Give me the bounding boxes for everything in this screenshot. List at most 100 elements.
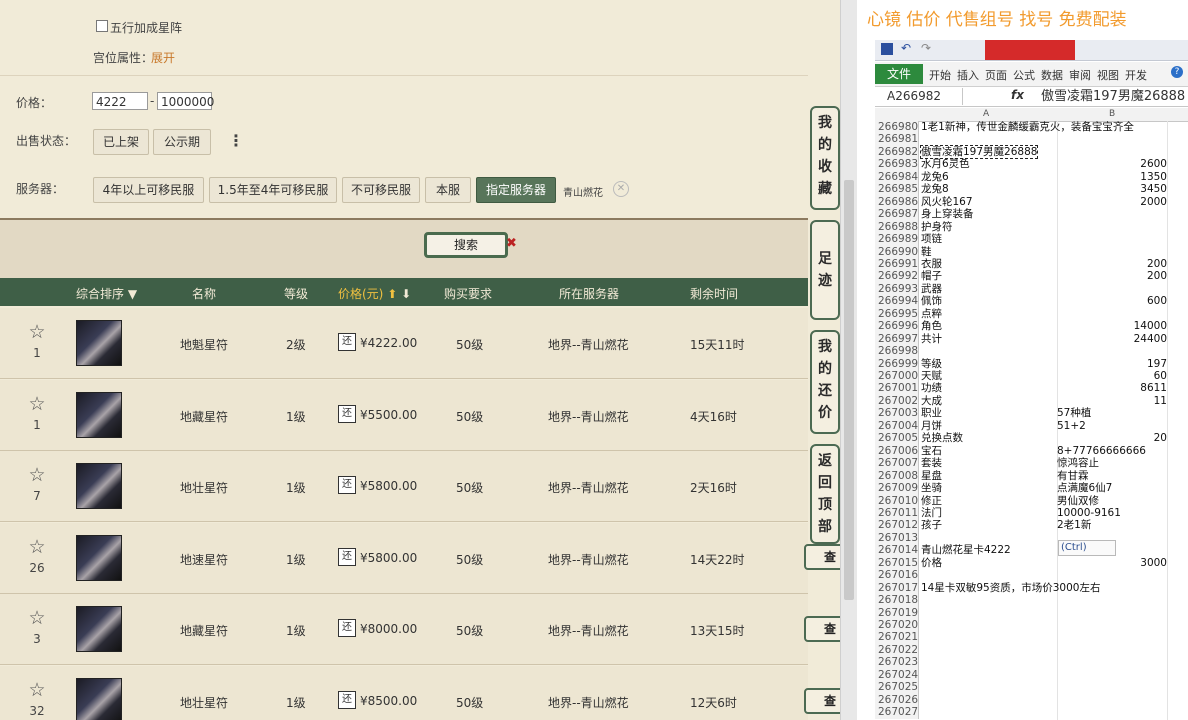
sheet-row[interactable]: 267021 — [875, 631, 1188, 644]
sheet-row[interactable]: 267026 — [875, 693, 1188, 707]
file-tab[interactable]: 文件 — [875, 64, 923, 84]
cell-a[interactable]: 武器 — [921, 283, 942, 296]
row-number[interactable]: 266988 — [875, 220, 919, 234]
server-option-specified[interactable]: 指定服务器 — [476, 177, 556, 203]
status-public-button[interactable]: 公示期 — [153, 129, 211, 155]
sheet-row[interactable]: 266994 佩饰 600 — [875, 295, 1188, 308]
sheet-row[interactable]: 267000 天赋 60 — [875, 370, 1188, 383]
row-number[interactable]: 266981 — [875, 133, 919, 146]
cell-a[interactable]: 1老1新神，传世金麟缓霸克火，装备宝宝齐全 — [921, 121, 1134, 134]
cell-a[interactable]: 傲雪凌霜197男魔26888 — [919, 144, 1039, 160]
server-option-4yr[interactable]: 4年以上可移民服 — [93, 177, 204, 203]
side-tab-history[interactable]: 足迹 — [810, 220, 840, 320]
cell-a[interactable]: 护身符 — [921, 221, 953, 234]
cell-a[interactable]: 套装 — [921, 457, 942, 470]
server-option-no-migrate[interactable]: 不可移民服 — [342, 177, 420, 203]
counteroffer-badge[interactable]: 还 — [338, 619, 356, 637]
side-tab-counteroffers[interactable]: 我的还价 — [810, 330, 840, 434]
sheet-row[interactable]: 266982 傲雪凌霜197男魔26888 — [875, 144, 1188, 160]
sheet-grid[interactable]: 266980 1老1新神，传世金麟缓霸克火，装备宝宝齐全 266981 266982 傲… — [875, 121, 1188, 720]
counteroffer-badge[interactable]: 还 — [338, 547, 356, 566]
counteroffer-badge[interactable]: 还 — [338, 476, 356, 494]
sheet-row[interactable]: 266999 等级 197 — [875, 357, 1188, 371]
sheet-row[interactable]: 267005 兑换点数 20 — [875, 432, 1188, 445]
table-row[interactable]: ☆ 7 地壮星符 1级 还 ¥5800.00 50级 地界--青山燃花 2天16时 — [0, 451, 808, 522]
counteroffer-badge[interactable]: 还 — [338, 404, 356, 423]
row-number[interactable]: 266996 — [875, 320, 919, 333]
side-tab-back-to-top[interactable]: 返回顶部 — [810, 444, 840, 544]
row-number[interactable]: 266980 — [875, 121, 919, 134]
clear-server-icon[interactable]: ✕ — [613, 181, 629, 197]
cell-b[interactable]: 200 — [1057, 270, 1167, 283]
sheet-row[interactable]: 267010 修正 男仙双修 — [875, 494, 1188, 508]
cell-a[interactable]: 共计 — [921, 333, 942, 346]
fx-icon[interactable]: fx — [1011, 88, 1024, 102]
cell-b[interactable]: 20 — [1057, 432, 1167, 445]
sheet-row[interactable]: 267012 孩子 2老1新 — [875, 519, 1188, 532]
sheet-row[interactable]: 267016 — [875, 569, 1188, 582]
row-number[interactable]: 266989 — [875, 233, 919, 246]
row-number[interactable]: 267011 — [875, 506, 919, 520]
cell-a[interactable]: 青山燃花星卡4222 — [921, 544, 1011, 557]
row-number[interactable]: 267009 — [875, 482, 919, 495]
row-number[interactable]: 266994 — [875, 295, 919, 308]
item-name[interactable]: 地速星符 — [180, 551, 228, 568]
row-number[interactable]: 266983 — [875, 158, 919, 171]
row-number[interactable]: 266982 — [875, 145, 919, 159]
sheet-row[interactable]: 267018 — [875, 594, 1188, 607]
sheet-row[interactable]: 267011 法门 10000-9161 — [875, 506, 1188, 520]
item-thumbnail[interactable] — [76, 320, 122, 366]
row-number[interactable]: 267007 — [875, 457, 919, 470]
cell-b[interactable]: 有甘霖 — [1057, 470, 1167, 483]
sheet-row[interactable]: 267009 坐骑 点满魔6仙7 — [875, 482, 1188, 495]
cell-b[interactable]: 51+2 — [1057, 420, 1167, 433]
side-tab-favorites[interactable]: 我的收藏 — [810, 106, 840, 210]
row-number[interactable]: 266986 — [875, 195, 919, 209]
row-number[interactable]: 267017 — [875, 581, 919, 595]
row-number[interactable]: 267015 — [875, 556, 919, 570]
cell-a[interactable]: 修正 — [921, 495, 942, 508]
ribbon-tab-1[interactable]: 插入 — [957, 67, 979, 83]
cell-a[interactable]: 孩子 — [921, 519, 942, 532]
item-name[interactable]: 地魁星符 — [180, 336, 228, 353]
sheet-row[interactable]: 266989 项链 — [875, 233, 1188, 246]
sheet-row[interactable]: 266992 帽子 200 — [875, 270, 1188, 283]
save-icon[interactable] — [881, 43, 893, 55]
sheet-row[interactable]: 267007 套装 惊鸿容止 — [875, 457, 1188, 470]
ribbon-tab-0[interactable]: 开始 — [929, 67, 951, 83]
wuxing-checkbox[interactable] — [96, 20, 108, 32]
cell-b[interactable]: 男仙双修 — [1057, 495, 1167, 508]
name-box[interactable]: A266982 — [875, 88, 963, 105]
row-number[interactable]: 267005 — [875, 432, 919, 445]
sheet-row[interactable]: 266986 风火轮167 2000 — [875, 195, 1188, 209]
sheet-row[interactable]: 267004 月饼 51+2 — [875, 419, 1188, 433]
row-number[interactable]: 267024 — [875, 668, 919, 682]
cell-a[interactable]: 龙兔6 — [921, 171, 949, 184]
favorite-star-icon[interactable]: ☆ — [27, 537, 47, 557]
row-number[interactable]: 266999 — [875, 357, 919, 371]
gongwei-expand-link[interactable]: 展开 — [151, 49, 175, 66]
sheet-row[interactable]: 267008 星盘 有甘霖 — [875, 469, 1188, 483]
sheet-row[interactable]: 266981 — [875, 133, 1188, 146]
row-number[interactable]: 266998 — [875, 345, 919, 358]
row-number[interactable]: 267026 — [875, 693, 919, 707]
cell-a[interactable]: 项链 — [921, 233, 942, 246]
row-number[interactable]: 267014 — [875, 544, 919, 557]
counteroffer-badge[interactable]: 还 — [338, 333, 356, 351]
row-number[interactable]: 267013 — [875, 531, 919, 545]
cell-a[interactable]: 佩饰 — [921, 295, 942, 308]
sheet-row[interactable]: 267006 宝石 8+77766666666 — [875, 444, 1188, 458]
ribbon-tab-7[interactable]: 开发 — [1125, 67, 1147, 83]
sheet-row[interactable]: 267025 — [875, 681, 1188, 694]
view-button-row5[interactable]: 查看 — [804, 616, 840, 642]
row-number[interactable]: 267012 — [875, 519, 919, 532]
cell-a[interactable]: 14星卡双敏95资质，市场价3000左右 — [921, 582, 1100, 595]
cell-a[interactable]: 等级 — [921, 358, 942, 371]
sheet-row[interactable]: 266995 点粹 — [875, 307, 1188, 321]
item-name[interactable]: 地壮星符 — [180, 694, 228, 711]
price-header[interactable]: 价格(元) ⬆ ⬇ — [338, 285, 411, 302]
sheet-row[interactable]: 266983 水月6灵色 2600 — [875, 158, 1188, 171]
cell-a[interactable]: 帽子 — [921, 270, 942, 283]
sheet-row[interactable]: 266980 1老1新神，传世金麟缓霸克火，装备宝宝齐全 — [875, 121, 1188, 134]
cell-a[interactable]: 功绩 — [921, 382, 942, 395]
